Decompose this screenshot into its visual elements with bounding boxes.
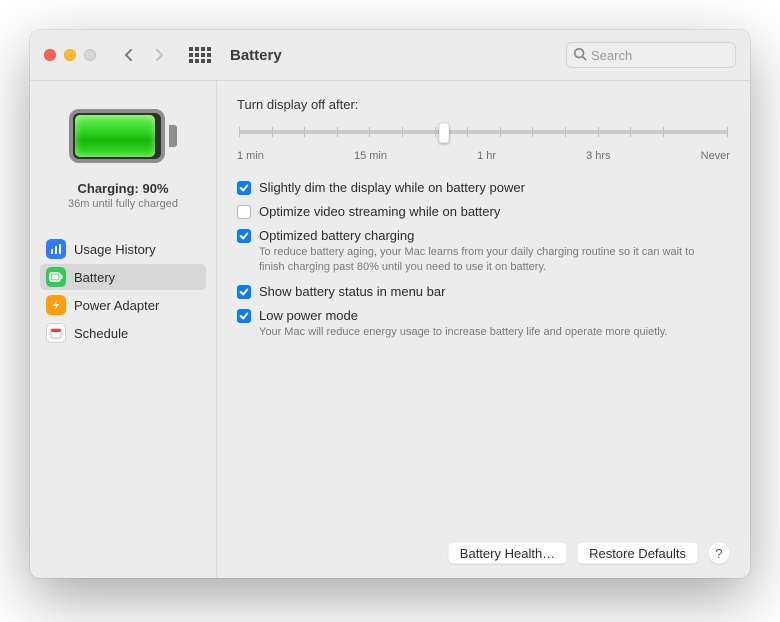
search-field[interactable] [566, 42, 736, 68]
option-label: Slightly dim the display while on batter… [259, 180, 525, 195]
sidebar-item-label: Power Adapter [74, 298, 159, 313]
tick-label: 3 hrs [586, 150, 610, 162]
option-optimized-charging[interactable]: Optimized battery charging To reduce bat… [237, 228, 730, 275]
sidebar-item-usage-history[interactable]: Usage History [40, 236, 206, 262]
search-input[interactable] [591, 48, 729, 63]
checkbox-icon[interactable] [237, 309, 251, 323]
option-description: To reduce battery aging, your Mac learns… [259, 245, 699, 275]
bolt-icon [46, 295, 66, 315]
sidebar-list: Usage History Battery Power Adapter [40, 236, 206, 346]
slider-ticks [239, 127, 728, 137]
tick-label: 1 min [237, 150, 264, 162]
option-label: Low power mode [259, 308, 667, 323]
body: Charging: 90% 36m until fully charged Us… [30, 80, 750, 578]
maximize-icon [84, 49, 96, 61]
sidebar-item-battery[interactable]: Battery [40, 264, 206, 290]
tick-label: Never [701, 150, 730, 162]
checkbox-icon[interactable] [237, 181, 251, 195]
calendar-icon [46, 323, 66, 343]
option-show-menu-bar[interactable]: Show battery status in menu bar [237, 284, 730, 299]
page-title: Battery [230, 47, 282, 64]
option-optimize-video[interactable]: Optimize video streaming while on batter… [237, 204, 730, 219]
minimize-icon[interactable] [64, 49, 76, 61]
slider-label: Turn display off after: [237, 97, 730, 112]
tick-label: 15 min [354, 150, 387, 162]
forward-button[interactable] [148, 41, 170, 69]
option-low-power-mode[interactable]: Low power mode Your Mac will reduce ener… [237, 308, 730, 340]
sidebar-item-label: Usage History [74, 242, 156, 257]
titlebar: Battery [30, 30, 750, 80]
option-label: Optimized battery charging [259, 228, 699, 243]
footer: Battery Health… Restore Defaults ? [237, 532, 730, 564]
help-button[interactable]: ? [708, 542, 730, 564]
restore-defaults-button[interactable]: Restore Defaults [577, 542, 698, 564]
battery-substatus: 36m until fully charged [68, 198, 178, 210]
search-icon [573, 47, 591, 64]
battery-status: Charging: 90% [77, 181, 168, 196]
show-all-button[interactable] [186, 41, 214, 69]
checkbox-icon[interactable] [237, 205, 251, 219]
battery-health-button[interactable]: Battery Health… [448, 542, 567, 564]
back-button[interactable] [118, 41, 140, 69]
content: Turn display off after: 1 min 15 min 1 h… [216, 81, 750, 578]
slider-thumb[interactable] [439, 123, 449, 143]
sidebar-item-label: Battery [74, 270, 115, 285]
checkbox-icon[interactable] [237, 285, 251, 299]
option-description: Your Mac will reduce energy usage to inc… [259, 325, 667, 340]
option-label: Show battery status in menu bar [259, 284, 445, 299]
preferences-window: Battery Charging: 90% 36m until fully ch… [30, 30, 750, 578]
sidebar-item-schedule[interactable]: Schedule [40, 320, 206, 346]
checkbox-icon[interactable] [237, 229, 251, 243]
option-dim-display[interactable]: Slightly dim the display while on batter… [237, 180, 730, 195]
display-off-slider[interactable] [239, 122, 728, 142]
close-icon[interactable] [44, 49, 56, 61]
battery-small-icon [46, 267, 66, 287]
tick-label: 1 hr [477, 150, 496, 162]
sidebar: Charging: 90% 36m until fully charged Us… [30, 81, 216, 578]
traffic-lights [44, 49, 96, 61]
sidebar-item-power-adapter[interactable]: Power Adapter [40, 292, 206, 318]
sidebar-item-label: Schedule [74, 326, 128, 341]
slider-tick-labels: 1 min 15 min 1 hr 3 hrs Never [237, 150, 730, 162]
bar-chart-icon [46, 239, 66, 259]
battery-icon [69, 109, 177, 163]
option-label: Optimize video streaming while on batter… [259, 204, 500, 219]
